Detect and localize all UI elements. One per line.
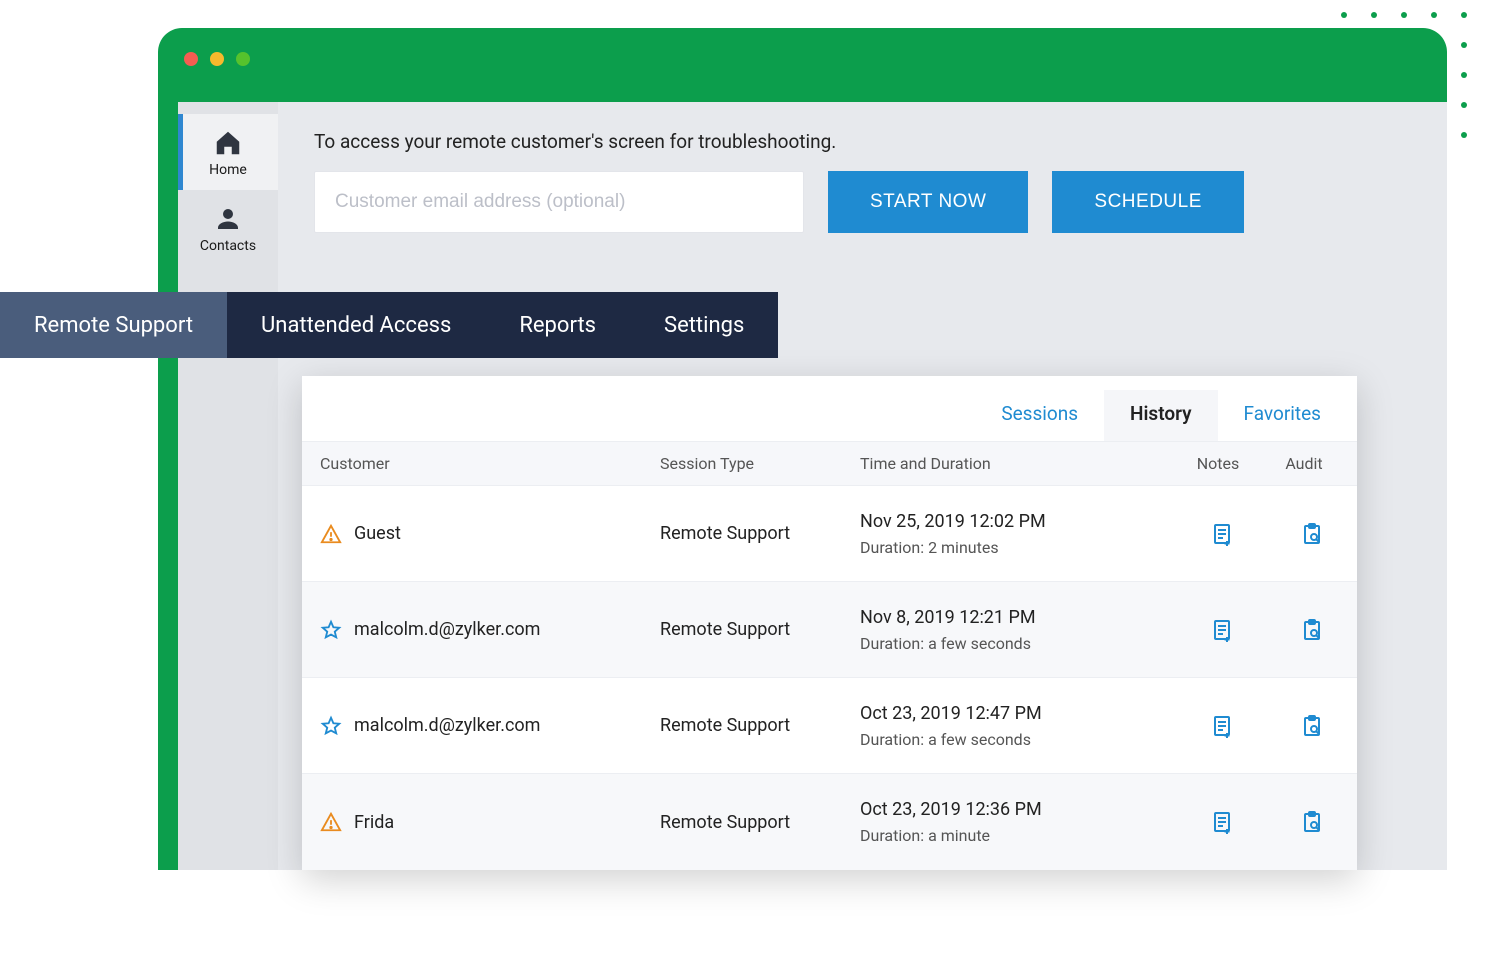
session-time: Oct 23, 2019 12:47 PM <box>860 703 1177 724</box>
panel-tab-history[interactable]: History <box>1104 390 1218 441</box>
tab-remote-support[interactable]: Remote Support <box>0 292 227 358</box>
session-duration: Duration: a minute <box>860 826 1177 845</box>
col-customer: Customer <box>320 454 660 473</box>
session-type: Remote Support <box>660 619 860 640</box>
sidebar-item-label: Contacts <box>200 238 256 254</box>
audit-icon[interactable] <box>1300 712 1324 740</box>
table-row: malcolm.d@zylker.com Remote SupportOct 23… <box>302 678 1357 774</box>
notes-icon[interactable] <box>1210 520 1234 548</box>
top-nav: Remote Support Unattended Access Reports… <box>0 292 778 358</box>
table-header: Customer Session Type Time and Duration … <box>302 442 1357 486</box>
audit-icon[interactable] <box>1300 520 1324 548</box>
session-duration: Duration: a few seconds <box>860 634 1177 653</box>
table-row: Guest Remote SupportNov 25, 2019 12:02 PM… <box>302 486 1357 582</box>
sidebar-item-label: Home <box>209 162 247 178</box>
warning-icon <box>320 523 342 545</box>
window-controls <box>184 52 250 66</box>
customer-email-input[interactable] <box>314 171 804 233</box>
tab-unattended-access[interactable]: Unattended Access <box>227 292 485 358</box>
customer-name: Frida <box>354 812 394 833</box>
col-notes: Notes <box>1177 454 1267 473</box>
session-time: Nov 8, 2019 12:21 PM <box>860 607 1177 628</box>
sidebar-item-contacts[interactable]: Contacts <box>178 190 278 266</box>
col-audit: Audit <box>1267 454 1357 473</box>
tab-settings[interactable]: Settings <box>630 292 778 358</box>
start-now-button[interactable]: START NOW <box>828 171 1028 233</box>
tab-reports[interactable]: Reports <box>485 292 630 358</box>
session-type: Remote Support <box>660 812 860 833</box>
col-session-type: Session Type <box>660 454 860 473</box>
panel-tab-favorites[interactable]: Favorites <box>1218 390 1347 441</box>
star-icon <box>320 619 342 641</box>
customer-name: malcolm.d@zylker.com <box>354 715 540 736</box>
intro-text: To access your remote customer's screen … <box>314 130 1447 153</box>
audit-icon[interactable] <box>1300 616 1324 644</box>
table-row: Frida Remote SupportOct 23, 2019 12:36 PM… <box>302 774 1357 870</box>
contacts-icon <box>213 204 243 234</box>
session-duration: Duration: a few seconds <box>860 730 1177 749</box>
star-icon <box>320 715 342 737</box>
notes-icon[interactable] <box>1210 712 1234 740</box>
col-time: Time and Duration <box>860 454 1177 473</box>
minimize-window-dot[interactable] <box>210 52 224 66</box>
home-icon <box>213 128 243 158</box>
audit-icon[interactable] <box>1300 808 1324 836</box>
panel-tab-sessions[interactable]: Sessions <box>975 390 1104 441</box>
zoom-window-dot[interactable] <box>236 52 250 66</box>
history-panel: Sessions History Favorites Customer Sess… <box>302 376 1357 870</box>
customer-name: malcolm.d@zylker.com <box>354 619 540 640</box>
session-duration: Duration: 2 minutes <box>860 538 1177 557</box>
table-row: malcolm.d@zylker.com Remote SupportNov 8,… <box>302 582 1357 678</box>
session-type: Remote Support <box>660 523 860 544</box>
warning-icon <box>320 811 342 833</box>
close-window-dot[interactable] <box>184 52 198 66</box>
notes-icon[interactable] <box>1210 808 1234 836</box>
notes-icon[interactable] <box>1210 616 1234 644</box>
schedule-button[interactable]: SCHEDULE <box>1052 171 1243 233</box>
sidebar: Home Contacts <box>178 102 278 870</box>
session-time: Nov 25, 2019 12:02 PM <box>860 511 1177 532</box>
customer-name: Guest <box>354 523 401 544</box>
sidebar-item-home[interactable]: Home <box>178 114 278 190</box>
session-type: Remote Support <box>660 715 860 736</box>
session-time: Oct 23, 2019 12:36 PM <box>860 799 1177 820</box>
